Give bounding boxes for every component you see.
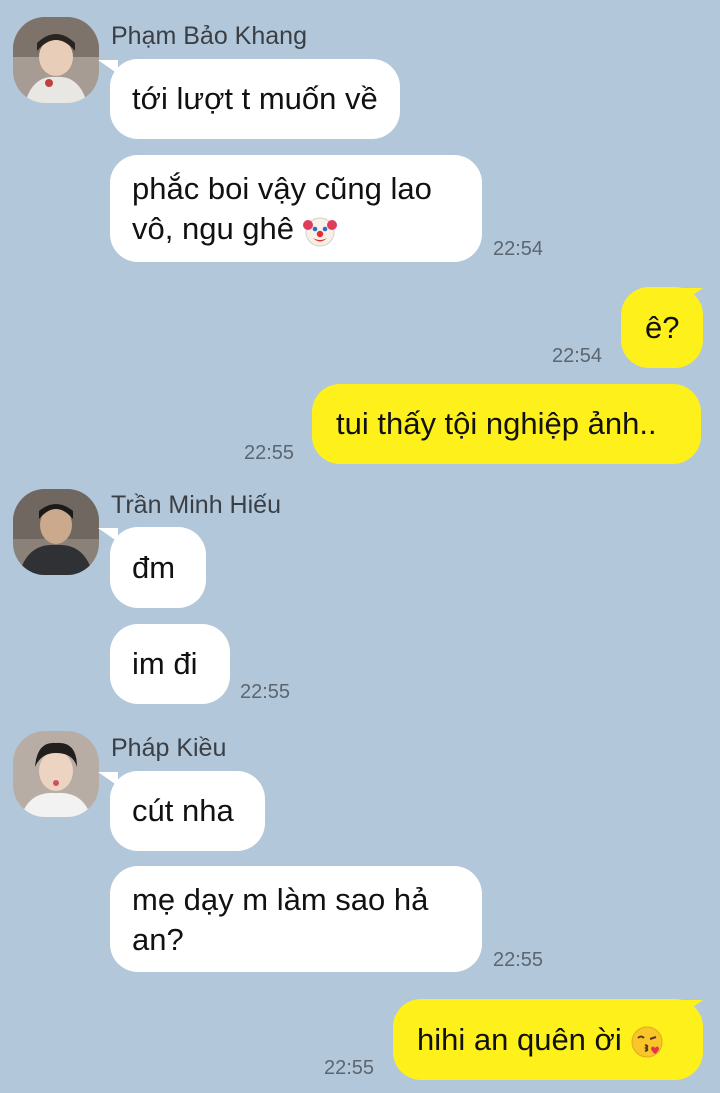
- message-timestamp: 22:54: [552, 345, 603, 367]
- message-timestamp: 22:55: [240, 681, 291, 703]
- sender-name: Trần Minh Hiếu: [111, 491, 281, 519]
- message-bubble[interactable]: tới lượt t muốn về: [110, 59, 400, 139]
- message-text-line: mẹ dạy m làm sao hả: [132, 882, 429, 917]
- message-text: tui thấy tội nghiệp ảnh..: [336, 406, 657, 441]
- message-bubble[interactable]: cút nha: [110, 771, 265, 851]
- avatar-phap-kieu[interactable]: [13, 731, 99, 817]
- message-bubble[interactable]: đm: [110, 527, 206, 608]
- message-text-line: vô, ngu ghê: [132, 211, 295, 246]
- message-bubble[interactable]: tui thấy tội nghiệp ảnh..: [312, 384, 701, 464]
- message-timestamp: 22:55: [493, 949, 544, 971]
- message-text: tới lượt t muốn về: [132, 81, 378, 116]
- message-text-line: an?: [132, 922, 184, 957]
- message-bubble[interactable]: phắc boi vậy cũng lao vô, ngu ghê: [110, 155, 482, 262]
- message-text: hihi an quên ời: [417, 1022, 622, 1057]
- kissing-face-icon: [630, 1025, 664, 1059]
- sender-name: Pháp Kiều: [111, 734, 227, 762]
- message-bubble[interactable]: ê?: [621, 287, 703, 368]
- message-text-line: phắc boi vậy cũng lao: [132, 171, 432, 206]
- message-text: ê?: [645, 310, 680, 345]
- sender-name: Phạm Bảo Khang: [111, 22, 307, 50]
- message-timestamp: 22:55: [324, 1057, 375, 1079]
- message-bubble[interactable]: mẹ dạy m làm sao hả an?: [110, 866, 482, 972]
- message-text: cút nha: [132, 793, 234, 828]
- chat-screen: { "messages": { "g1": { "sender": "Phạm …: [0, 0, 720, 1093]
- avatar-pham-bao-khang[interactable]: [13, 17, 99, 103]
- avatar-tran-minh-hieu[interactable]: [13, 489, 99, 575]
- message-text: đm: [132, 550, 176, 585]
- message-bubble[interactable]: im đi: [110, 624, 230, 704]
- message-text: im đi: [132, 646, 198, 681]
- message-timestamp: 22:55: [244, 442, 295, 464]
- message-bubble[interactable]: hihi an quên ời: [393, 999, 703, 1080]
- clown-face-icon: [302, 214, 337, 248]
- message-timestamp: 22:54: [493, 238, 544, 260]
